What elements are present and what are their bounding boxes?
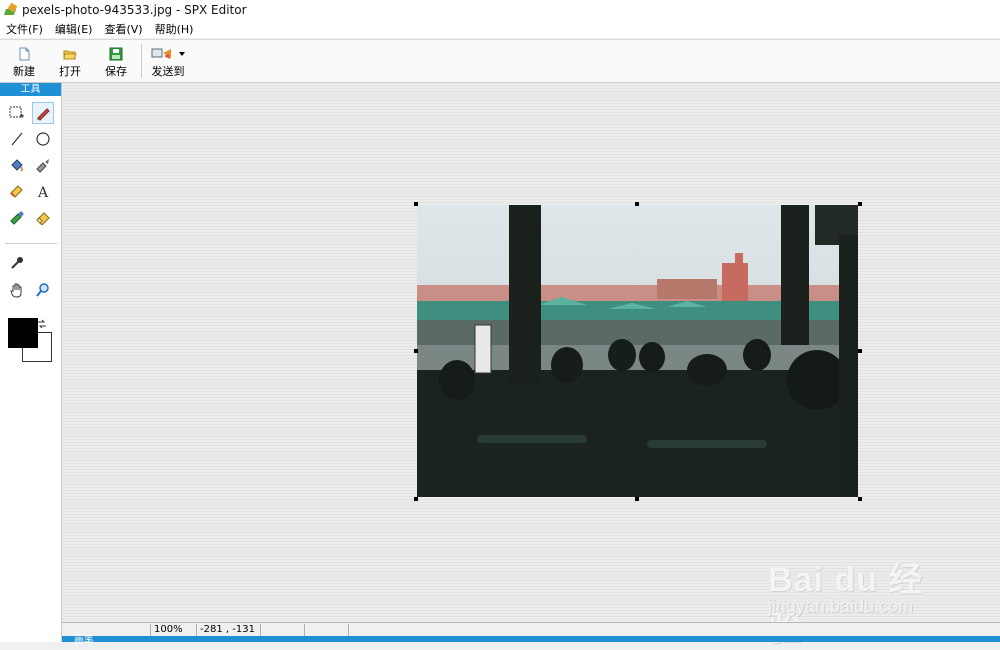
chevron-down-icon[interactable] (179, 52, 185, 56)
ellipse-icon (36, 132, 50, 146)
resize-handle-left[interactable] (414, 349, 418, 353)
open-folder-icon (63, 50, 77, 60)
tool-palette: 工具 A (0, 83, 62, 642)
resize-handle-top[interactable] (635, 202, 639, 206)
save-label: 保存 (105, 65, 127, 78)
menu-file[interactable]: 文件(F) (0, 21, 49, 37)
status-cell-empty-2 (304, 624, 348, 636)
toolbar-separator (141, 44, 142, 78)
fill-bucket-icon (11, 159, 23, 172)
status-cell-empty-1 (260, 624, 304, 636)
color-picker-icon (10, 185, 23, 198)
rect-select-tool[interactable] (6, 102, 28, 124)
baidu-watermark: Bai du 经验 jingyan.baidu.com (768, 540, 948, 648)
resize-handle-top-right[interactable] (858, 202, 862, 206)
swap-colors-icon[interactable] (37, 319, 47, 329)
line-icon (11, 132, 23, 146)
text-icon: A (37, 185, 49, 199)
hand-icon (10, 283, 22, 298)
app-icon (3, 2, 18, 17)
open-button[interactable]: 打开 (56, 43, 84, 79)
pencil-tool[interactable] (32, 102, 54, 124)
eraser-tool[interactable] (32, 206, 54, 228)
toolbar: 新建 打开 保存 发送到 (0, 39, 1000, 83)
bottom-label: 画笔 (74, 635, 94, 646)
bottom-panel-strip: 画笔 (62, 635, 1000, 646)
new-label: 新建 (13, 65, 35, 78)
zoom-level: 100% (150, 624, 194, 636)
rect-select-icon (9, 106, 24, 118)
menu-help[interactable]: 帮助(H) (149, 21, 200, 37)
window-title: pexels-photo-943533.jpg - SPX Editor (22, 3, 247, 17)
resize-handle-top-left[interactable] (414, 202, 418, 206)
send-to-label: 发送到 (151, 65, 185, 78)
canvas-image[interactable] (417, 205, 858, 497)
brush-icon (36, 159, 49, 173)
send-to-button[interactable]: 发送到 (148, 43, 188, 79)
line-tool[interactable] (6, 128, 28, 150)
resize-handle-bottom-left[interactable] (414, 497, 418, 501)
ellipse-tool[interactable] (32, 128, 54, 150)
save-button[interactable]: 保存 (102, 43, 130, 79)
status-bar: 100% -281 , -131 (62, 622, 1000, 637)
highlighter-icon (10, 211, 24, 225)
resize-handle-right[interactable] (858, 349, 862, 353)
status-cell-empty-3 (348, 624, 952, 636)
palette-separator (5, 243, 57, 244)
title-bar: pexels-photo-943533.jpg - SPX Editor (0, 0, 1000, 20)
menu-edit[interactable]: 编辑(E) (49, 21, 99, 37)
menu-bar: 文件(F) 编辑(E) 查看(V) 帮助(H) (0, 20, 1000, 38)
svg-text:A: A (37, 185, 49, 199)
pipette-tool[interactable] (6, 252, 28, 274)
cursor-coords: -281 , -131 (196, 624, 258, 636)
pencil-icon (37, 108, 50, 121)
watermark-url: jingyan.baidu.com (768, 596, 914, 616)
color-picker-tool[interactable] (6, 180, 28, 202)
palette-header: 工具 (0, 83, 61, 96)
fill-bucket-tool[interactable] (6, 154, 28, 176)
save-disk-icon (109, 47, 123, 61)
hand-tool[interactable] (6, 279, 28, 301)
pipette-icon (11, 257, 23, 269)
zoom-tool[interactable] (32, 279, 54, 301)
menu-view[interactable]: 查看(V) (98, 21, 148, 37)
text-tool[interactable]: A (32, 180, 54, 202)
new-button[interactable]: 新建 (10, 43, 38, 79)
open-label: 打开 (59, 65, 81, 78)
resize-handle-bottom[interactable] (635, 497, 639, 501)
eraser-icon (36, 212, 50, 225)
brush-tool[interactable] (32, 154, 54, 176)
foreground-color-swatch[interactable] (8, 318, 38, 348)
send-to-icon (151, 48, 171, 59)
zoom-icon (36, 283, 49, 297)
new-document-icon (19, 47, 30, 61)
highlighter-tool[interactable] (6, 206, 28, 228)
resize-handle-bottom-right[interactable] (858, 497, 862, 501)
market-photo (417, 205, 858, 497)
